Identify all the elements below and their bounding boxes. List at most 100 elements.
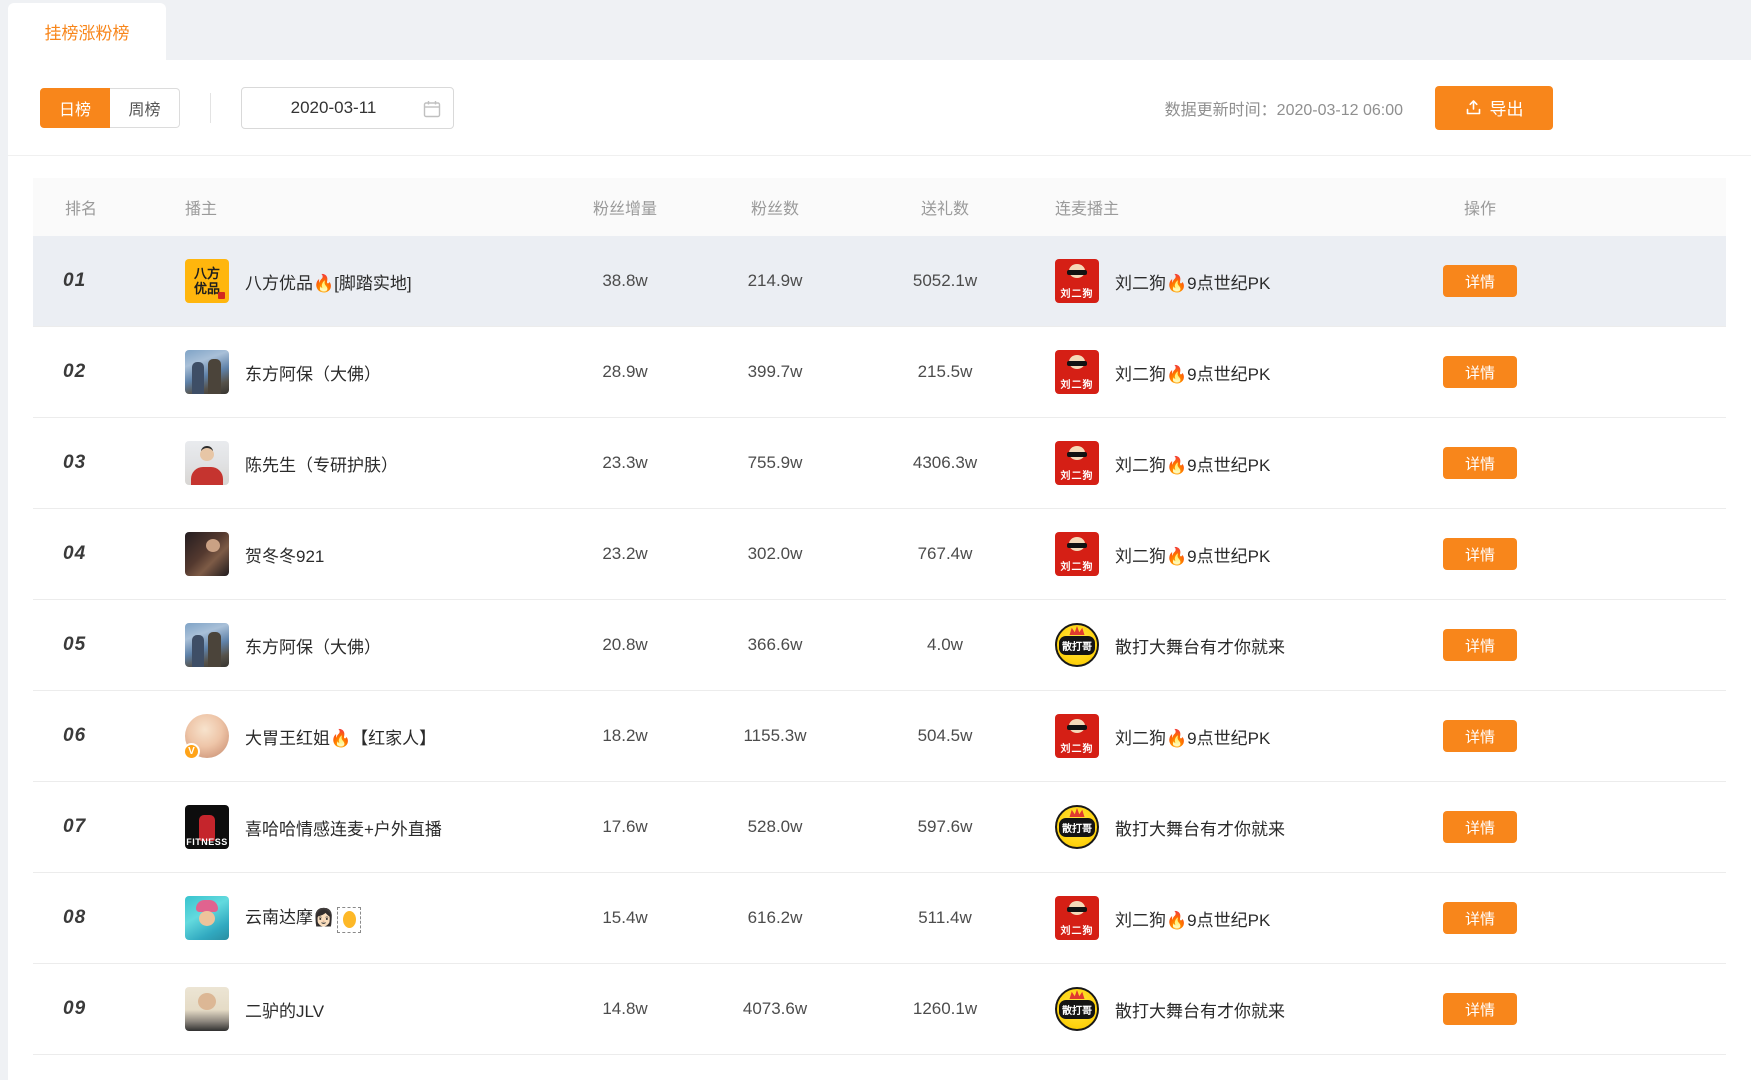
cohost-avatar-text: 刘二狗: [1055, 740, 1099, 755]
cohost-name: 刘二狗🔥9点世纪PK: [1115, 360, 1270, 385]
table-row: 02 东方阿保（大佛） 28.9w 399.7w 215.5w 刘二狗 刘二狗🔥…: [33, 327, 1726, 418]
rank-label: 07: [63, 816, 86, 837]
cohost-avatar: 刘二狗: [1055, 350, 1099, 394]
gifts-value: 504.5w: [860, 726, 1030, 746]
fans-increase-value: 23.3w: [560, 453, 690, 473]
table-row: 08 云南达摩👩🏻 15.4w 616.2w 511.4w 刘二狗 刘二狗🔥9点…: [33, 873, 1726, 964]
cohost-avatar-text: 散打哥: [1059, 1000, 1095, 1019]
cohost-cell: 散打哥 散打大舞台有才你就来: [1030, 987, 1390, 1031]
action-cell: 详情: [1390, 902, 1570, 934]
detail-button[interactable]: 详情: [1443, 720, 1517, 752]
streamer-avatar: 八方优品: [185, 259, 229, 303]
rank-label: 05: [63, 634, 86, 655]
streamer-avatar: [185, 987, 229, 1031]
fans-increase-value: 23.2w: [560, 544, 690, 564]
fans-total-value: 755.9w: [690, 453, 860, 473]
cohost-name: 散打大舞台有才你就来: [1115, 633, 1285, 658]
streamer-avatar: V: [185, 714, 229, 758]
column-header-action: 操作: [1390, 195, 1570, 219]
table-row: 04 贺冬冬921 23.2w 302.0w 767.4w 刘二狗 刘二狗🔥9点…: [33, 509, 1726, 600]
cohost-avatar-text: 刘二狗: [1055, 285, 1099, 300]
calendar-icon[interactable]: [423, 100, 441, 123]
main-panel: 日榜 周榜 2020-03-11 数据更新时间：2020-03-12 06:00: [8, 60, 1751, 1080]
rank-cell: 04: [33, 543, 185, 565]
table-header: 排名 播主 粉丝增量 粉丝数 送礼数 连麦播主 操作: [33, 178, 1726, 236]
action-cell: 详情: [1390, 720, 1570, 752]
detail-button[interactable]: 详情: [1443, 356, 1517, 388]
streamer-cell: FITNESS 喜哈哈情感连麦+户外直播: [185, 805, 560, 849]
streamer-name: 陈先生（专研护肤）: [245, 451, 398, 476]
cohost-name: 刘二狗🔥9点世纪PK: [1115, 269, 1270, 294]
rank-label: 04: [63, 543, 86, 564]
table-row: 05 东方阿保（大佛） 20.8w 366.6w 4.0w 散打哥 散打大舞台有…: [33, 600, 1726, 691]
daily-rank-button[interactable]: 日榜: [40, 88, 110, 128]
rank-label: 01: [63, 270, 86, 291]
fans-increase-value: 14.8w: [560, 999, 690, 1019]
detail-button[interactable]: 详情: [1443, 265, 1517, 297]
action-cell: 详情: [1390, 629, 1570, 661]
fans-increase-value: 15.4w: [560, 908, 690, 928]
cohost-cell: 刘二狗 刘二狗🔥9点世纪PK: [1030, 441, 1390, 485]
fans-total-value: 302.0w: [690, 544, 860, 564]
action-cell: 详情: [1390, 447, 1570, 479]
rank-cell: 05: [33, 634, 185, 656]
weekly-rank-button[interactable]: 周榜: [110, 88, 180, 128]
streamer-avatar: FITNESS: [185, 805, 229, 849]
rank-cell: 07: [33, 816, 185, 838]
cohost-cell: 刘二狗 刘二狗🔥9点世纪PK: [1030, 532, 1390, 576]
cohost-avatar: 刘二狗: [1055, 896, 1099, 940]
range-toggle: 日榜 周榜: [40, 88, 180, 128]
streamer-name: 二驴的JLV: [245, 997, 324, 1022]
data-update-time: 数据更新时间：2020-03-12 06:00: [1165, 96, 1403, 120]
streamer-cell: 八方优品 八方优品🔥[脚踏实地]: [185, 259, 560, 303]
detail-button[interactable]: 详情: [1443, 538, 1517, 570]
rank-cell: 01: [33, 270, 185, 292]
cohost-avatar: 散打哥: [1055, 623, 1099, 667]
cohost-name: 散打大舞台有才你就来: [1115, 997, 1285, 1022]
tab-hanging-fan-ranking[interactable]: 挂榜涨粉榜: [8, 3, 166, 60]
column-header-gifts: 送礼数: [860, 195, 1030, 219]
rank-label: 09: [63, 998, 86, 1019]
rank-cell: 02: [33, 361, 185, 383]
fans-total-value: 1155.3w: [690, 726, 860, 746]
streamer-cell: 贺冬冬921: [185, 532, 560, 576]
streamer-avatar: [185, 350, 229, 394]
rank-label: 08: [63, 907, 86, 928]
column-header-streamer: 播主: [185, 195, 560, 219]
update-time-value: 2020-03-12 06:00: [1277, 102, 1403, 119]
streamer-name: 喜哈哈情感连麦+户外直播: [245, 815, 442, 840]
rank-cell: 08: [33, 907, 185, 929]
avatar-text: 八方优品: [191, 266, 223, 296]
cohost-cell: 刘二狗 刘二狗🔥9点世纪PK: [1030, 350, 1390, 394]
export-button[interactable]: 导出: [1435, 86, 1553, 130]
detail-button[interactable]: 详情: [1443, 447, 1517, 479]
streamer-cell: 陈先生（专研护肤）: [185, 441, 560, 485]
streamer-name: 东方阿保（大佛）: [245, 360, 381, 385]
toolbar-right: 数据更新时间：2020-03-12 06:00 导出: [1165, 86, 1553, 130]
upload-icon: [1465, 99, 1482, 116]
action-cell: 详情: [1390, 993, 1570, 1025]
detail-button[interactable]: 详情: [1443, 811, 1517, 843]
date-picker-input[interactable]: 2020-03-11: [241, 87, 454, 129]
gifts-value: 767.4w: [860, 544, 1030, 564]
action-cell: 详情: [1390, 356, 1570, 388]
date-value: 2020-03-11: [291, 98, 377, 118]
verified-badge: V: [183, 743, 200, 760]
action-cell: 详情: [1390, 538, 1570, 570]
avatar-text: FITNESS: [185, 837, 229, 847]
ranking-table: 排名 播主 粉丝增量 粉丝数 送礼数 连麦播主 操作 01 八方优品 八方优品🔥…: [33, 156, 1726, 1055]
streamer-avatar: [185, 441, 229, 485]
cohost-name: 刘二狗🔥9点世纪PK: [1115, 724, 1270, 749]
detail-button[interactable]: 详情: [1443, 993, 1517, 1025]
detail-button[interactable]: 详情: [1443, 629, 1517, 661]
table-row: 01 八方优品 八方优品🔥[脚踏实地] 38.8w 214.9w 5052.1w…: [33, 236, 1726, 327]
emoji-placeholder-glyph: [343, 911, 356, 928]
cohost-name: 散打大舞台有才你就来: [1115, 815, 1285, 840]
streamer-avatar: [185, 532, 229, 576]
cohost-avatar-text: 刘二狗: [1055, 467, 1099, 482]
detail-button[interactable]: 详情: [1443, 902, 1517, 934]
streamer-cell: 云南达摩👩🏻: [185, 896, 560, 940]
cohost-avatar: 刘二狗: [1055, 259, 1099, 303]
toolbar: 日榜 周榜 2020-03-11 数据更新时间：2020-03-12 06:00: [8, 60, 1751, 156]
fans-increase-value: 20.8w: [560, 635, 690, 655]
